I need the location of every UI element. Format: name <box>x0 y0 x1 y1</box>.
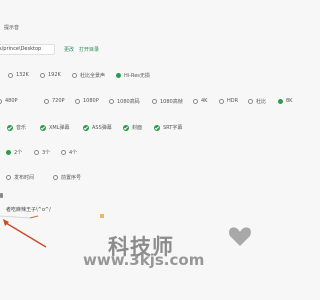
video-option-720p[interactable]: 720P <box>44 98 65 104</box>
content-option-xml-danmaku[interactable]: XML弹幕 <box>40 124 70 131</box>
threads-option-3[interactable]: 3个 <box>34 149 50 156</box>
threads-option-4[interactable]: 4个 <box>61 149 77 156</box>
video-option-1080p[interactable]: 1080P <box>75 98 99 104</box>
radio-hdr[interactable] <box>219 98 224 104</box>
video-option-hdr[interactable]: HDR <box>219 98 238 104</box>
video-option-dolby[interactable]: 杜比 <box>248 98 266 105</box>
checkbox-publish-time[interactable] <box>6 175 11 180</box>
radio-480p[interactable] <box>0 98 2 104</box>
radio-dolby-atmos[interactable] <box>72 73 77 78</box>
partial-icon <box>0 193 3 198</box>
watermark-url: www.3kjs.com <box>83 251 205 269</box>
notify-sound-label: 提示音 <box>4 25 20 31</box>
radio-8k-selected[interactable] <box>278 98 283 104</box>
checkbox-prefix-index[interactable] <box>53 175 58 180</box>
checkbox-xml-danmaku-checked[interactable] <box>40 124 46 131</box>
content-option-srt-subtitle[interactable]: SRT字幕 <box>154 124 182 131</box>
video-option-4k[interactable]: 4K <box>193 98 207 104</box>
video-option-1080-high-bitrate[interactable]: 1080高码 <box>109 98 140 105</box>
radio-dolby[interactable] <box>248 99 253 104</box>
red-arrow-line <box>5 222 47 248</box>
radio-threads-2-selected[interactable] <box>6 150 11 155</box>
radio-hires-selected[interactable] <box>116 73 121 78</box>
threads-option-2[interactable]: 2个 <box>6 149 22 156</box>
radio-threads-3[interactable] <box>34 150 39 155</box>
content-option-ass-danmaku[interactable]: ASS弹幕 <box>83 124 112 131</box>
radio-720p[interactable] <box>44 98 49 104</box>
radio-1080-high-bitrate[interactable] <box>109 99 114 104</box>
radio-threads-4[interactable] <box>61 150 66 155</box>
video-option-480p[interactable]: 480P <box>0 98 18 104</box>
checkbox-ass-danmaku-checked[interactable] <box>83 124 89 131</box>
open-folder-button[interactable]: 打开目录 <box>79 46 99 53</box>
emoji-icon <box>100 214 104 218</box>
radio-192k[interactable] <box>40 72 45 78</box>
checkbox-cover-checked[interactable] <box>123 124 129 131</box>
content-option-cover[interactable]: 封面 <box>123 124 142 131</box>
audio-option-132k[interactable]: 132K <box>8 72 29 78</box>
change-path-button[interactable]: 更改 <box>64 46 74 53</box>
heart-icon <box>229 227 251 246</box>
naming-option-publish-time[interactable]: 发布时间 <box>6 174 34 181</box>
radio-1080-high-fps[interactable] <box>152 99 157 104</box>
radio-4k[interactable] <box>193 98 198 104</box>
content-option-music[interactable]: 音乐 <box>7 124 26 131</box>
audio-option-192k[interactable]: 192K <box>40 72 61 78</box>
audio-option-hires[interactable]: Hi-Res无损 <box>116 72 150 79</box>
radio-132k[interactable] <box>8 72 13 78</box>
download-path-field[interactable]: s/prince\Desktop <box>0 44 55 55</box>
naming-option-prefix-index[interactable]: 前置序号 <box>53 174 81 181</box>
audio-option-dolby-atmos[interactable]: 杜比全景声 <box>72 72 105 79</box>
radio-1080p[interactable] <box>75 98 80 104</box>
video-option-8k[interactable]: 8K <box>278 98 292 104</box>
video-option-1080-high-fps[interactable]: 1080高帧 <box>152 98 183 105</box>
checkbox-srt-subtitle-checked[interactable] <box>154 124 160 131</box>
checkbox-music-checked[interactable] <box>7 124 13 131</box>
